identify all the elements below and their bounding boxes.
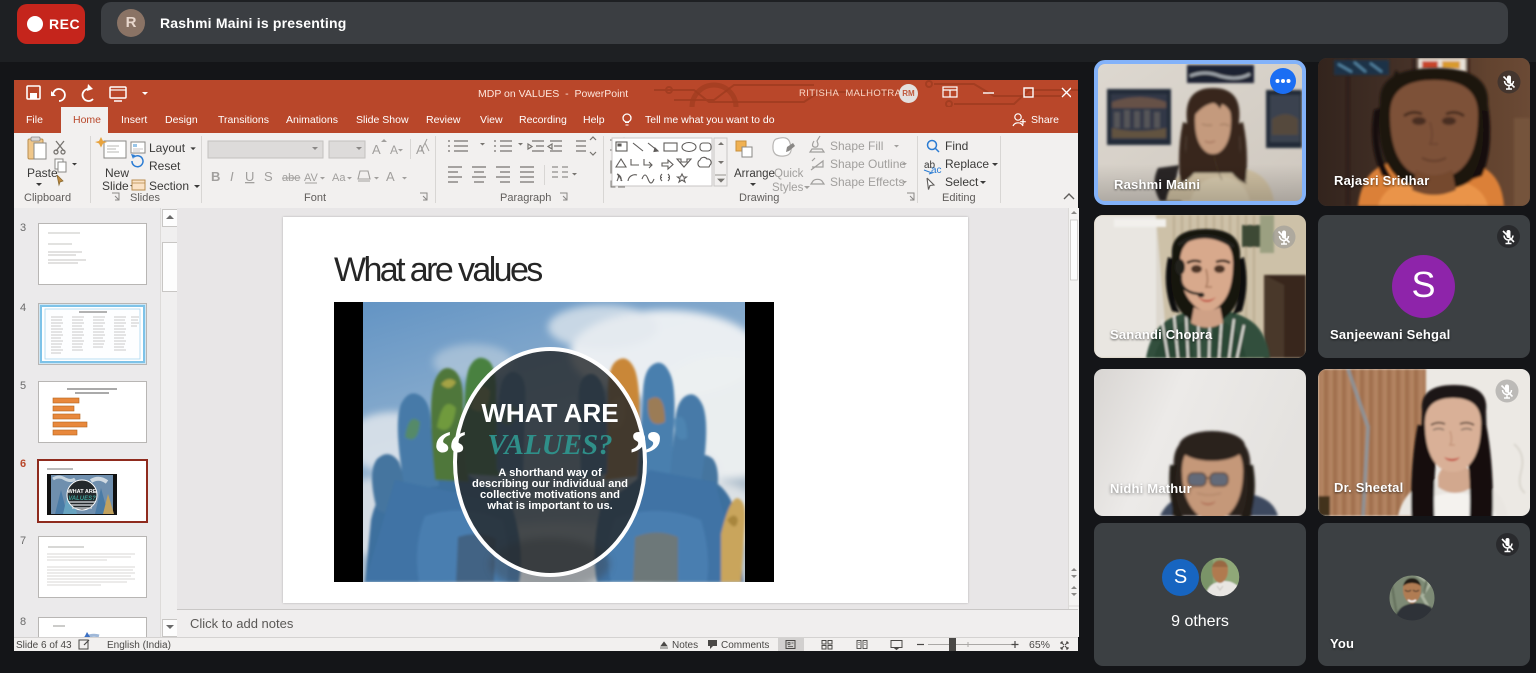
svg-text:Find: Find xyxy=(945,139,968,153)
svg-text:Arrange: Arrange xyxy=(734,168,775,180)
svg-text:AV: AV xyxy=(304,172,319,184)
svg-text:Section: Section xyxy=(149,179,189,193)
svg-text:New: New xyxy=(105,166,129,180)
svg-text:WHAT ARE: WHAT ARE xyxy=(481,398,618,428)
svg-text:Paste: Paste xyxy=(27,166,58,180)
svg-text:A: A xyxy=(416,142,425,157)
svg-text:S: S xyxy=(264,169,273,184)
svg-text:what is important to us.: what is important to us. xyxy=(486,500,613,512)
svg-text:WHAT ARE: WHAT ARE xyxy=(67,489,96,495)
svg-text:Layout: Layout xyxy=(149,141,186,155)
svg-text:Aa: Aa xyxy=(332,172,346,184)
svg-text:A: A xyxy=(372,142,381,157)
svg-text:Select: Select xyxy=(945,175,979,189)
svg-text:ac: ac xyxy=(931,165,942,176)
svg-text:B: B xyxy=(211,169,220,184)
svg-text:Slide: Slide xyxy=(102,179,129,193)
svg-text:”: ” xyxy=(629,416,663,492)
svg-text:VALUES?: VALUES? xyxy=(68,496,96,502)
svg-text:Shape Fill: Shape Fill xyxy=(830,139,883,153)
svg-text:Shape Outline: Shape Outline xyxy=(830,157,906,171)
svg-text:I: I xyxy=(230,169,234,184)
svg-text:Shape Effects: Shape Effects xyxy=(830,175,905,189)
svg-text:A: A xyxy=(386,169,395,184)
svg-text:Notes: Notes xyxy=(672,640,698,651)
svg-text:abe: abe xyxy=(282,172,300,184)
svg-text:Reset: Reset xyxy=(149,159,181,173)
svg-text:U: U xyxy=(245,169,254,184)
svg-text:Replace: Replace xyxy=(945,157,989,171)
svg-text:Drawing: Drawing xyxy=(739,192,779,204)
svg-text:Paragraph: Paragraph xyxy=(500,192,551,204)
svg-text:Clipboard: Clipboard xyxy=(24,192,71,204)
svg-text:VALUES?: VALUES? xyxy=(487,429,612,461)
svg-text:A: A xyxy=(390,143,398,157)
svg-text:Editing: Editing xyxy=(942,192,976,204)
svg-text:Slides: Slides xyxy=(130,192,160,204)
svg-text:Font: Font xyxy=(304,192,326,204)
svg-text:65%: 65% xyxy=(1029,639,1050,651)
svg-text:Quick: Quick xyxy=(774,168,804,180)
svg-text:Comments: Comments xyxy=(721,640,769,651)
svg-text:“: “ xyxy=(433,416,467,492)
